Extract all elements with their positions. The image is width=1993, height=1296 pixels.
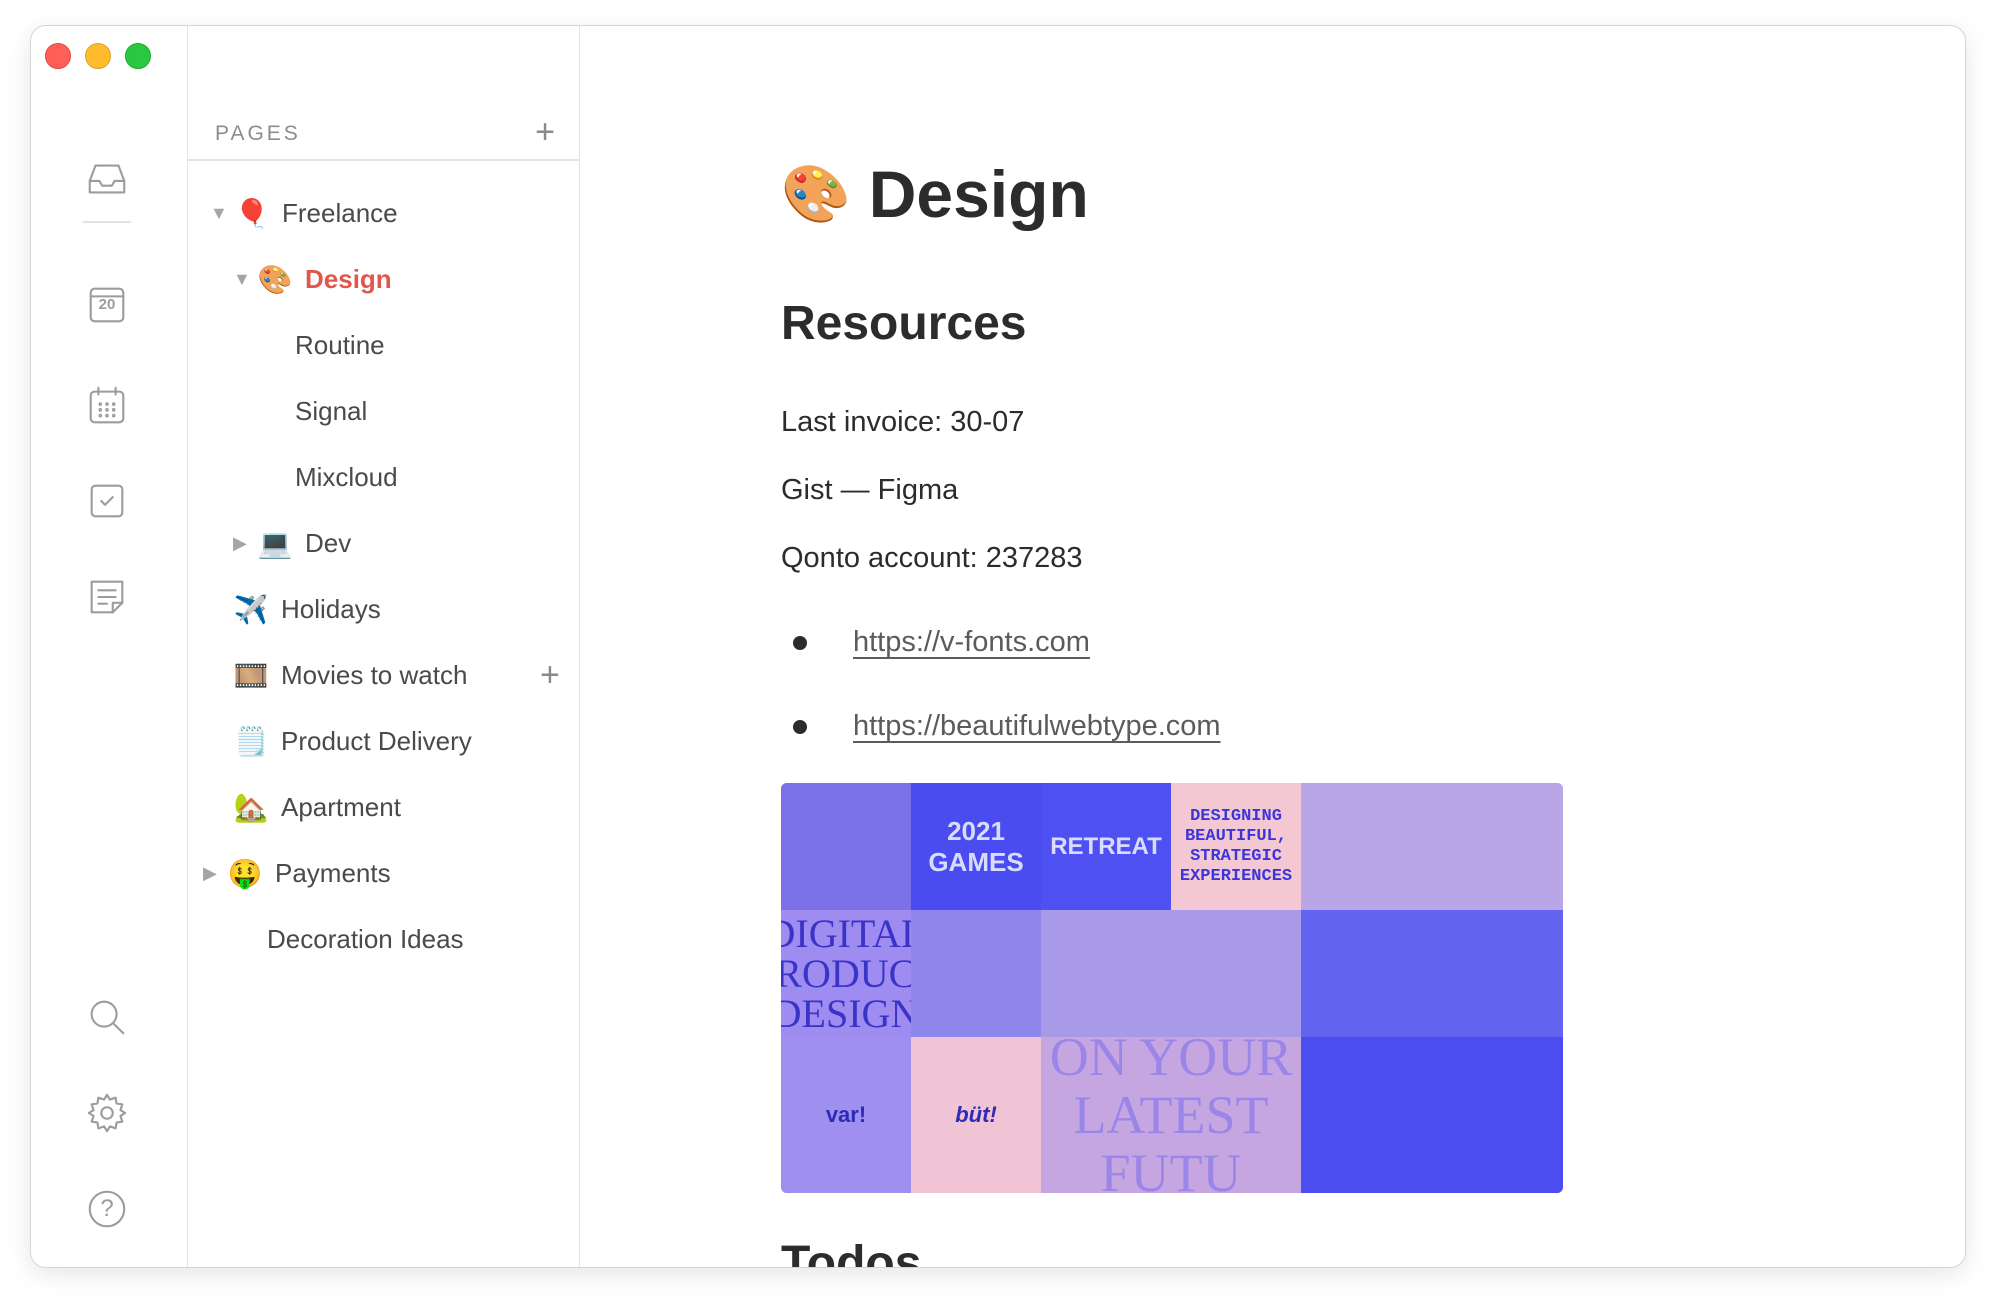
link[interactable]: https://beautifulwebtype.com <box>853 710 1221 743</box>
moodboard-tile: var! <box>781 1037 911 1193</box>
sidebar-item-label: Movies to watch <box>281 659 468 690</box>
moodboard-tile: büt! <box>911 1037 1041 1193</box>
sidebar-item-label: Payments <box>275 857 391 888</box>
sidebar-item-label: Design <box>305 263 392 294</box>
moodboard-tile: 2021 GAMES <box>911 783 1041 910</box>
pages-title: PAGES <box>215 122 301 145</box>
expand-arrow-icon[interactable]: ▶ <box>233 533 257 554</box>
inbox-icon[interactable] <box>82 154 132 204</box>
app-window: 20 ? PAGES + ▼ 🎈 Freelance ▼ 🎨 Design Ro… <box>30 25 1966 1268</box>
moodboard-tile <box>1041 910 1301 1037</box>
sidebar-item-payments[interactable]: ▶ 🤑 Payments <box>203 851 391 895</box>
moodboard-tile: ON YOUR LATEST FUTU <box>1041 1037 1301 1193</box>
sidebar-item-routine[interactable]: Routine <box>295 323 385 367</box>
notes-icon[interactable] <box>82 572 132 622</box>
moodboard-tile <box>911 910 1041 1037</box>
sidebar-item-product-delivery[interactable]: 🗒️ Product Delivery <box>233 719 472 763</box>
moodboard-tile: DIGITAL PRODUCT DESIGN <box>781 910 911 1037</box>
expand-arrow-icon[interactable]: ▼ <box>210 203 234 224</box>
sidebar-item-apartment[interactable]: 🏡 Apartment <box>233 785 401 829</box>
sidebar-item-label: Apartment <box>281 791 401 822</box>
house-icon: 🏡 <box>233 791 269 823</box>
moodboard-tile <box>1301 910 1563 1037</box>
search-icon[interactable] <box>82 992 132 1042</box>
moodboard-tile <box>1301 783 1563 910</box>
expand-arrow-icon[interactable]: ▶ <box>203 863 227 884</box>
todos-heading[interactable]: Todos <box>781 1236 921 1267</box>
gear-icon[interactable] <box>82 1088 132 1138</box>
sidebar-item-label: Product Delivery <box>281 725 472 756</box>
sidebar-item-label: Decoration Ideas <box>267 923 464 954</box>
sidebar-item-holidays[interactable]: ✈️ Holidays <box>233 587 381 631</box>
moodboard-image[interactable]: 2021 GAMES RETREAT DESIGNING BEAUTIFUL, … <box>781 783 1563 1193</box>
sidebar-item-label: Freelance <box>282 197 398 228</box>
sidebar-item-label: Signal <box>295 395 368 426</box>
link[interactable]: https://v-fonts.com <box>853 626 1090 659</box>
add-subpage-button[interactable]: + <box>540 655 560 695</box>
balloon-icon: 🎈 <box>234 197 270 229</box>
pages-header: PAGES + <box>215 113 555 154</box>
list-item: https://v-fonts.com <box>793 626 1090 659</box>
laptop-icon: 💻 <box>257 527 293 559</box>
sidebar-item-design[interactable]: ▼ 🎨 Design <box>233 257 392 301</box>
icon-rail: 20 ? <box>31 26 188 1267</box>
sidebar-item-mixcloud[interactable]: Mixcloud <box>295 455 398 499</box>
calendar-grid-icon[interactable] <box>82 381 132 431</box>
moodboard-tile <box>781 783 911 910</box>
sidebar-item-label: Dev <box>305 527 352 558</box>
sidebar-item-decoration-ideas[interactable]: Decoration Ideas <box>267 917 464 961</box>
moodboard-tile: DESIGNING BEAUTIFUL, STRATEGIC EXPERIENC… <box>1171 783 1301 910</box>
text-line[interactable]: Gist — Figma <box>781 474 958 507</box>
today-calendar-icon[interactable]: 20 <box>82 280 132 330</box>
palette-icon: 🎨 <box>781 162 851 225</box>
palette-icon: 🎨 <box>257 263 293 295</box>
airplane-icon: ✈️ <box>233 593 269 625</box>
page-title[interactable]: 🎨 Design <box>781 156 1089 232</box>
sidebar-item-label: Routine <box>295 329 385 360</box>
sidebar-item-signal[interactable]: Signal <box>295 389 367 433</box>
film-icon: 🎞️ <box>233 659 269 691</box>
money-face-icon: 🤑 <box>227 857 263 889</box>
expand-arrow-icon[interactable]: ▼ <box>233 269 257 290</box>
sidebar-item-freelance[interactable]: ▼ 🎈 Freelance <box>210 191 398 235</box>
sidebar-item-dev[interactable]: ▶ 💻 Dev <box>233 521 351 565</box>
bullet-dot <box>793 719 807 734</box>
bullet-dot <box>793 635 807 650</box>
sidebar-item-label: Mixcloud <box>295 461 398 492</box>
section-heading[interactable]: Resources <box>781 296 1026 351</box>
calendar-day-label: 20 <box>98 296 116 313</box>
pages-sidebar: PAGES + ▼ 🎈 Freelance ▼ 🎨 Design Routine… <box>188 26 580 1267</box>
help-symbol: ? <box>100 1195 114 1222</box>
sidebar-divider <box>188 159 579 161</box>
add-page-button[interactable]: + <box>535 112 555 152</box>
sidebar-item-label: Holidays <box>281 593 381 624</box>
list-item: https://beautifulwebtype.com <box>793 710 1221 743</box>
page-title-text: Design <box>868 157 1089 231</box>
sidebar-item-movies-to-watch[interactable]: 🎞️ Movies to watch <box>233 653 468 697</box>
text-line[interactable]: Qonto account: 237283 <box>781 542 1083 575</box>
text-line[interactable]: Last invoice: 30-07 <box>781 406 1024 439</box>
page-content: 🎨 Design Resources Last invoice: 30-07 G… <box>580 26 1965 1267</box>
checkbox-icon[interactable] <box>82 476 132 526</box>
help-icon[interactable]: ? <box>82 1184 132 1234</box>
notepad-icon: 🗒️ <box>233 725 269 757</box>
moodboard-tile: RETREAT <box>1041 783 1171 910</box>
rail-divider <box>83 221 131 223</box>
moodboard-tile <box>1301 1037 1563 1193</box>
